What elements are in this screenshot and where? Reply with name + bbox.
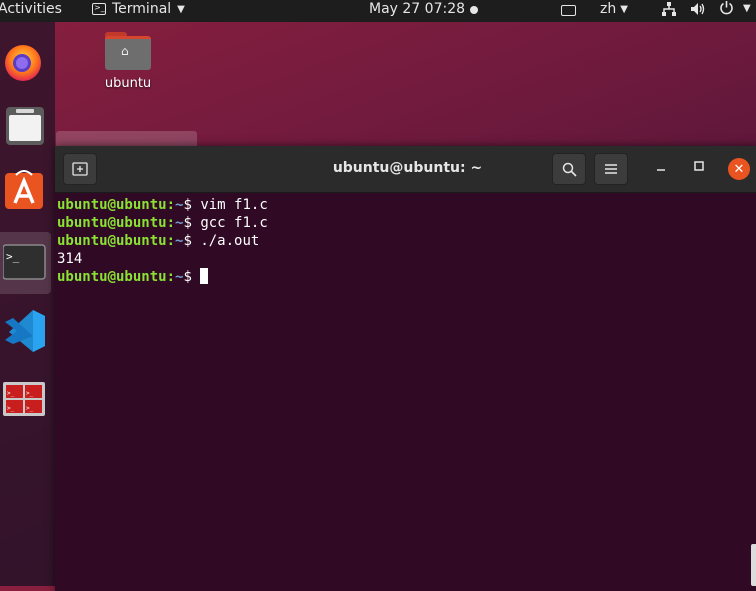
app-menu[interactable]: >_ Terminal ▼	[92, 1, 185, 17]
prompt-user: ubuntu@ubuntu	[57, 233, 167, 249]
hamburger-icon	[605, 164, 617, 174]
input-method-menu[interactable]: zh ▼	[600, 1, 628, 17]
firefox-icon[interactable]	[0, 36, 50, 86]
prompt-user: ubuntu@ubuntu	[57, 197, 167, 213]
svg-text:>_: >_	[7, 405, 15, 412]
terminal-line: 314	[57, 250, 268, 268]
svg-text:>_: >_	[6, 250, 20, 263]
command-text: gcc f1.c	[200, 215, 268, 231]
notification-dot-icon	[470, 6, 478, 14]
maximize-icon	[694, 161, 704, 171]
prompt-symbol: $	[183, 215, 201, 231]
command-output: 314	[57, 251, 83, 267]
software-store-icon[interactable]	[0, 164, 50, 214]
terminal-line: ubuntu@ubuntu:~$	[57, 268, 268, 286]
prompt-symbol: $	[183, 233, 201, 249]
svg-text:>_: >_	[7, 390, 15, 397]
activities-button[interactable]: Activities	[0, 1, 62, 17]
app-menu-label: Terminal	[112, 1, 172, 17]
close-button[interactable]: ✕	[728, 158, 750, 180]
terminal-line: ubuntu@ubuntu:~$ ./a.out	[57, 232, 268, 250]
text-cursor	[200, 268, 209, 284]
command-text: vim f1.c	[200, 197, 268, 213]
terminal-line: ubuntu@ubuntu:~$ gcc f1.c	[57, 214, 268, 232]
terminal-output[interactable]: ubuntu@ubuntu:~$ vim f1.c ubuntu@ubuntu:~…	[57, 196, 268, 286]
terminal-app-icon: >_	[92, 3, 106, 15]
svg-text:>_: >_	[26, 405, 34, 412]
window-title: ubuntu@ubuntu: ~	[332, 160, 483, 176]
close-icon: ✕	[733, 161, 745, 177]
prompt-user: ubuntu@ubuntu	[57, 215, 167, 231]
prompt-symbol: $	[183, 269, 201, 285]
prompt-user: ubuntu@ubuntu	[57, 269, 167, 285]
desktop-home-folder[interactable]: ⌂ ubuntu	[100, 32, 156, 91]
folder-icon: ⌂	[105, 32, 151, 70]
scrollbar[interactable]	[751, 544, 756, 586]
terminal-header-bar[interactable]: ubuntu@ubuntu: ~ ✕	[55, 146, 756, 193]
power-icon[interactable]	[719, 0, 734, 19]
prompt-symbol: $	[183, 197, 201, 213]
top-bar: Activities >_ Terminal ▼ May 27 07:28 zh…	[0, 0, 756, 22]
clock[interactable]: May 27 07:28	[369, 1, 465, 17]
folder-label: ubuntu	[104, 76, 152, 91]
chevron-down-icon[interactable]: ▼	[743, 3, 751, 14]
maximize-button[interactable]	[694, 159, 704, 177]
chevron-down-icon: ▼	[620, 3, 628, 15]
prompt-separator: :	[166, 197, 176, 213]
dock: >_ >_ >_ >_ >_	[0, 22, 55, 586]
chevron-down-icon: ▼	[177, 3, 185, 15]
menu-button[interactable]	[594, 153, 628, 185]
network-icon[interactable]	[662, 2, 676, 20]
input-method-label: zh	[600, 1, 617, 17]
search-icon	[562, 162, 577, 177]
search-button[interactable]	[552, 153, 586, 185]
minimize-icon	[657, 169, 665, 171]
keyboard-icon[interactable]	[561, 5, 576, 16]
svg-text:>_: >_	[26, 390, 34, 397]
command-text: ./a.out	[200, 233, 260, 249]
prompt-separator: :	[166, 269, 176, 285]
terminal-line: ubuntu@ubuntu:~$ vim f1.c	[57, 196, 268, 214]
vscode-icon[interactable]	[0, 306, 50, 356]
home-icon: ⌂	[121, 44, 129, 58]
terminal-icon[interactable]: >_	[0, 238, 50, 288]
background-window-edge	[56, 131, 197, 147]
prompt-separator: :	[166, 233, 176, 249]
terminal-window[interactable]: ubuntu@ubuntu: ~ ✕ ubuntu@ubuntu:~$ vim …	[55, 146, 756, 591]
files-icon[interactable]	[0, 100, 50, 150]
prompt-separator: :	[166, 215, 176, 231]
multi-terminal-icon[interactable]: >_ >_ >_ >_	[0, 374, 50, 424]
minimize-button[interactable]	[656, 159, 666, 177]
volume-icon[interactable]	[690, 2, 706, 20]
